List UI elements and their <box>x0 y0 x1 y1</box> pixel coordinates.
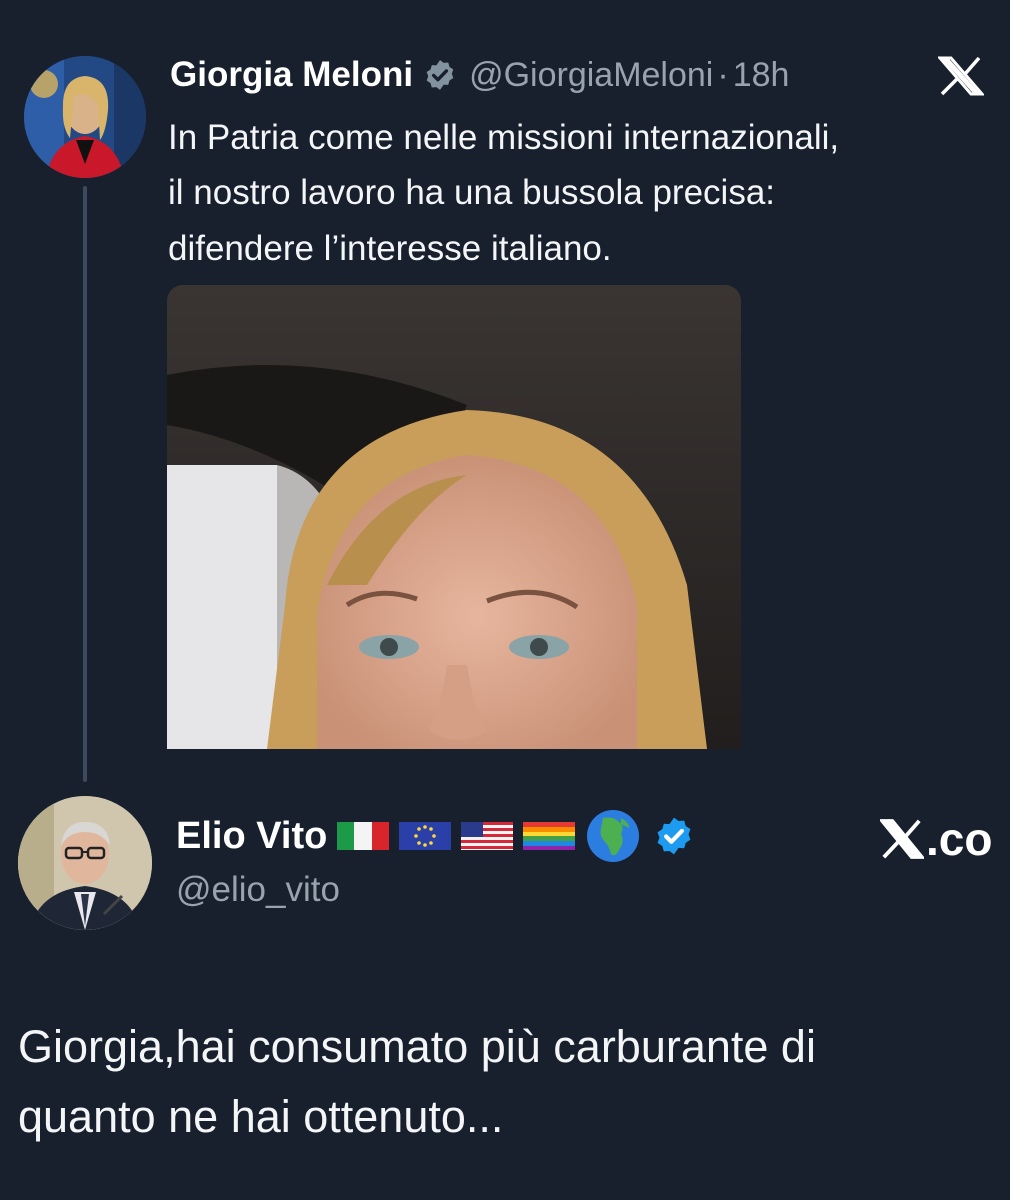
reply-text: Giorgia,hai consumato più carburante di … <box>18 1012 998 1152</box>
tweet-media-image[interactable] <box>167 285 741 749</box>
tweet-text-line: difendere l’interesse italiano. <box>168 228 612 268</box>
avatar-giorgia-meloni[interactable] <box>24 56 146 178</box>
eu-flag-icon <box>399 822 452 850</box>
tweet-text-line: In Patria come nelle missioni internazio… <box>168 118 840 157</box>
tweet-header: Giorgia Meloni @GiorgiaMeloni · 18h <box>170 52 789 98</box>
reply-header: Elio Vito <box>176 806 695 866</box>
author-name[interactable]: Giorgia Meloni <box>170 55 413 95</box>
separator-dot: · <box>717 55 729 94</box>
reply-author-name[interactable]: Elio Vito <box>176 815 327 858</box>
reply-author-handle[interactable]: @elio_vito <box>176 870 340 910</box>
reply-text-line: quanto ne hai ottenuto... <box>18 1090 504 1142</box>
timestamp[interactable]: 18h <box>733 56 790 95</box>
x-logo-icon <box>938 56 984 96</box>
rainbow-flag-icon <box>523 822 576 850</box>
watermark-text: .co <box>926 813 993 865</box>
author-handle[interactable]: @GiorgiaMeloni <box>469 56 713 95</box>
tweet-text-line: il nostro lavoro ha una bussola precisa: <box>168 173 776 213</box>
italy-flag-icon <box>337 822 390 850</box>
avatar-elio-vito[interactable] <box>18 796 152 930</box>
globe-africa-icon <box>587 810 640 862</box>
verified-blue-badge-icon <box>657 817 691 855</box>
reply-text-line: Giorgia,hai consumato più carburante di <box>18 1021 816 1072</box>
tweet-text: In Patria come nelle missioni internazio… <box>168 110 988 276</box>
thread-connector-line <box>83 186 87 782</box>
verified-grey-badge-icon <box>426 60 454 90</box>
x-logo-icon <box>880 818 924 860</box>
us-flag-icon <box>461 822 514 850</box>
x-com-watermark: .co <box>880 812 992 866</box>
